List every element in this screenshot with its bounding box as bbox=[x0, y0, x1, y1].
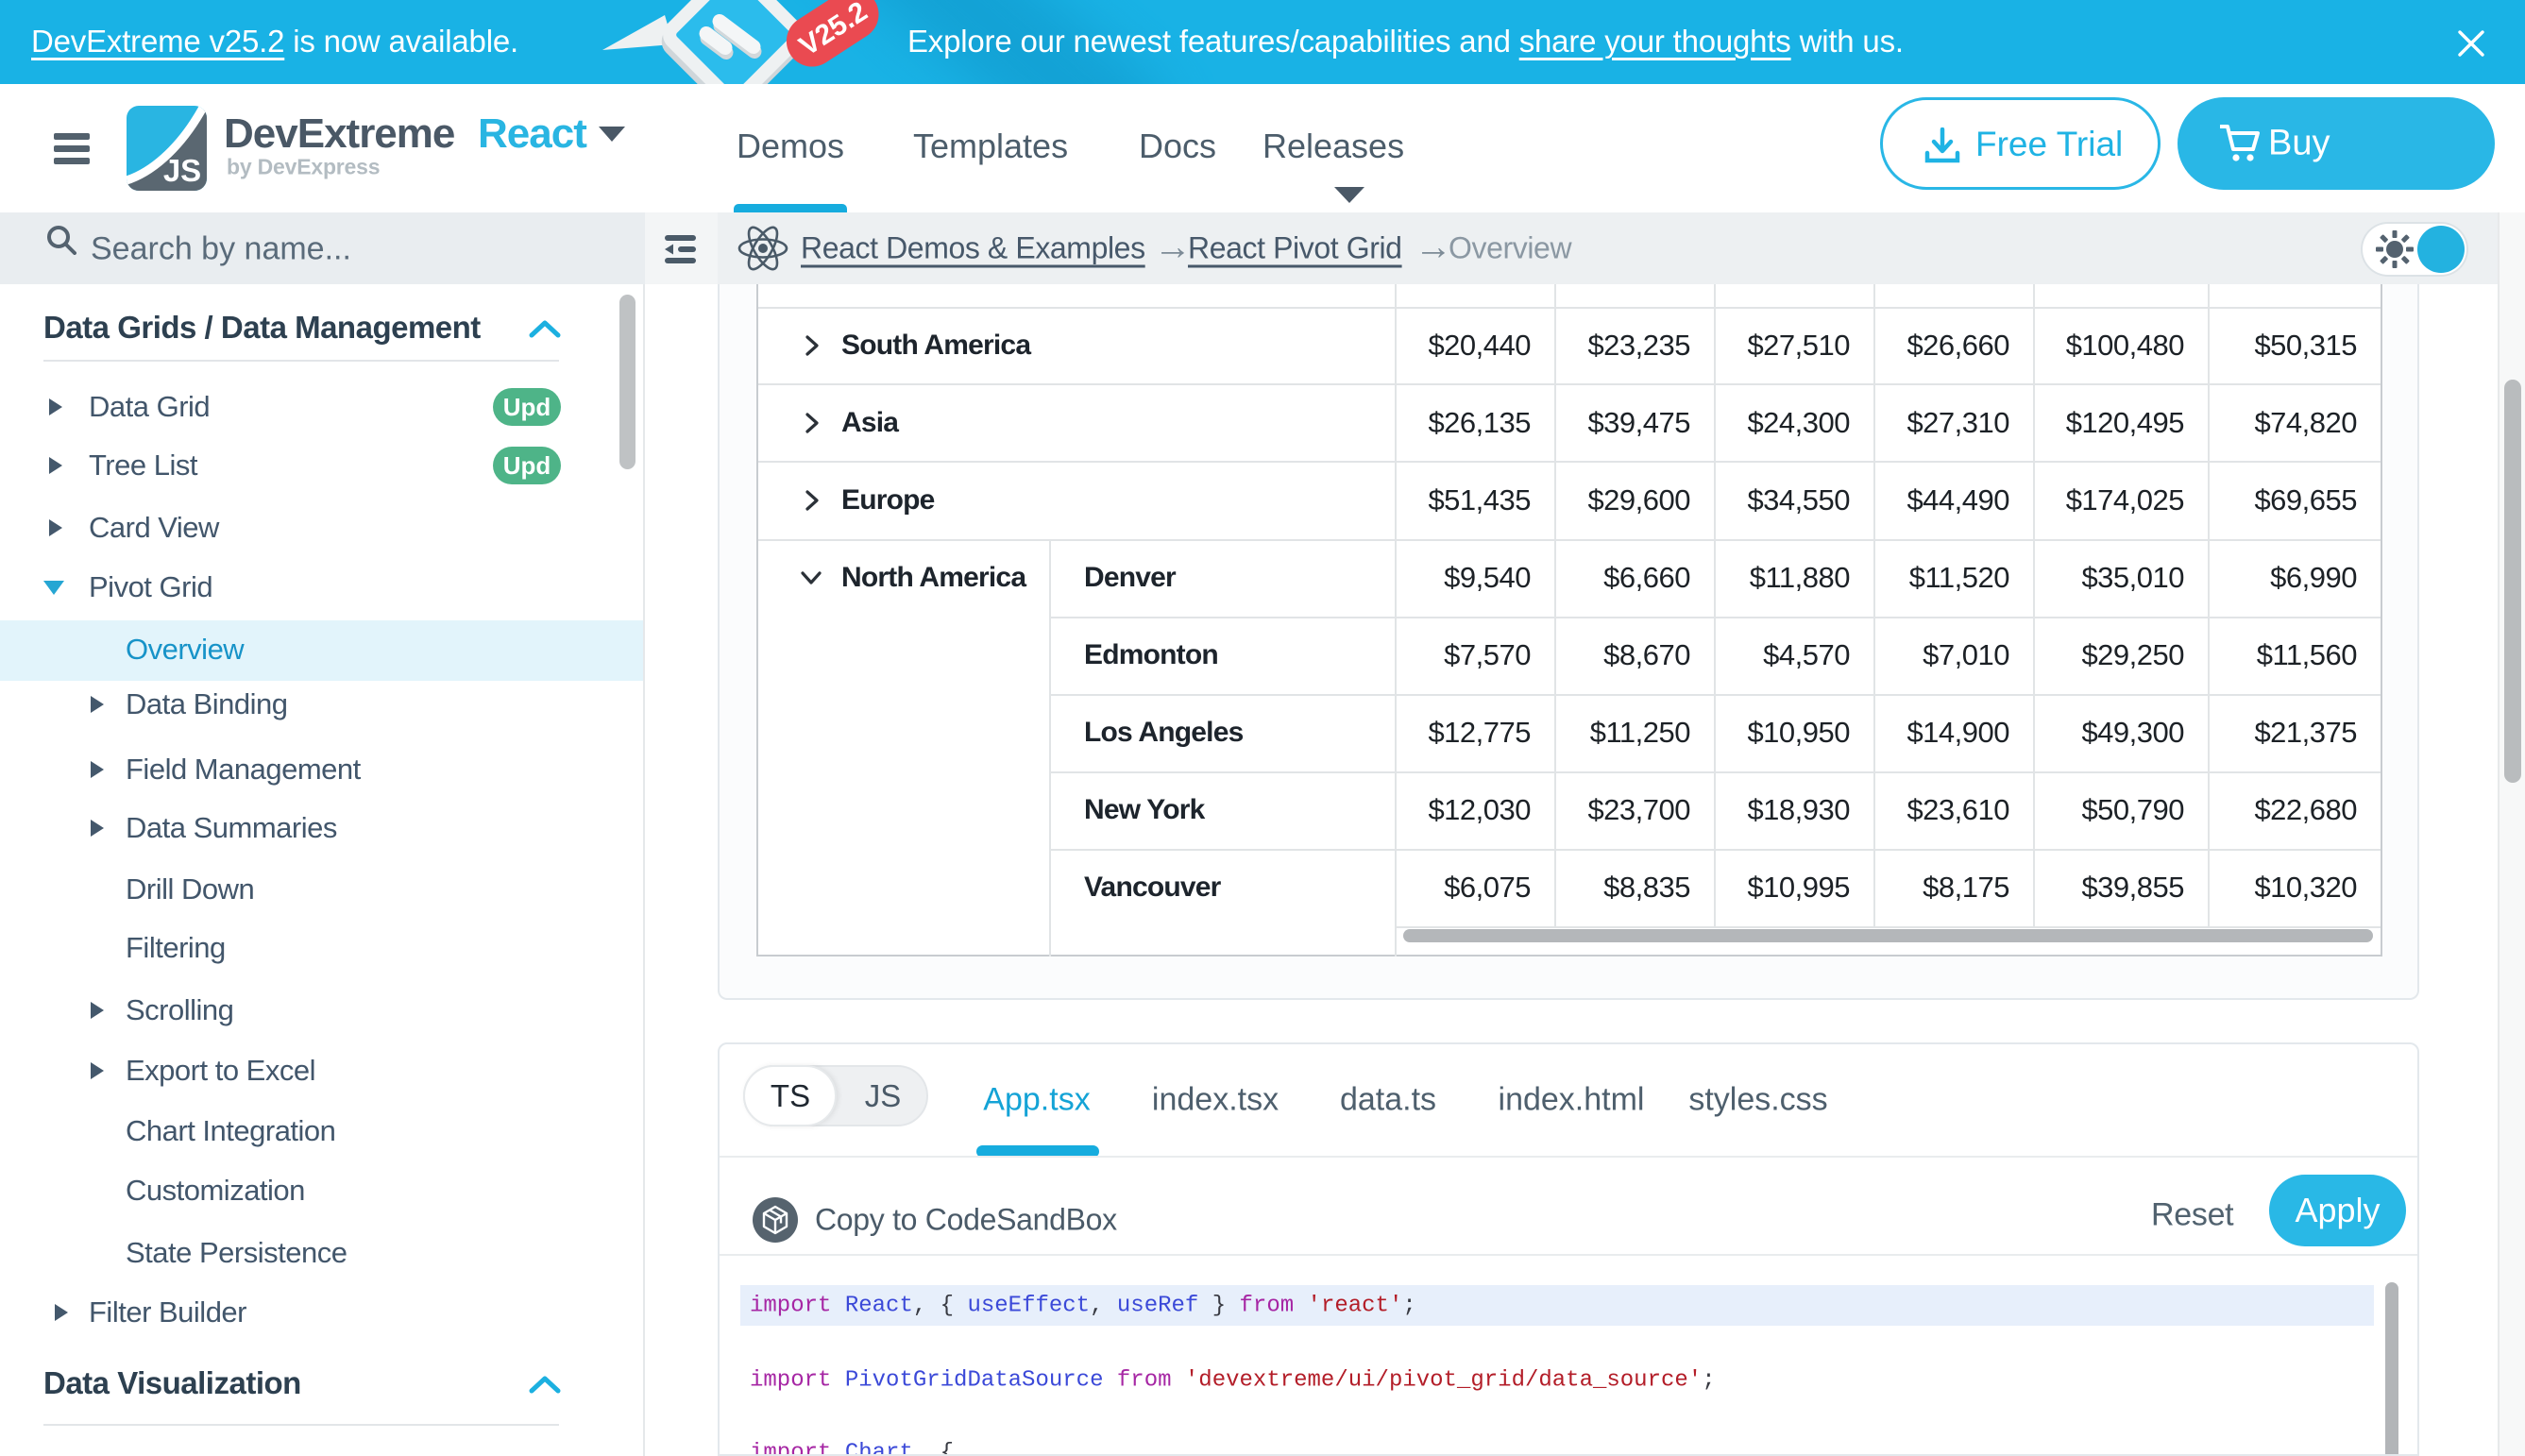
svg-text:JS: JS bbox=[163, 153, 201, 188]
